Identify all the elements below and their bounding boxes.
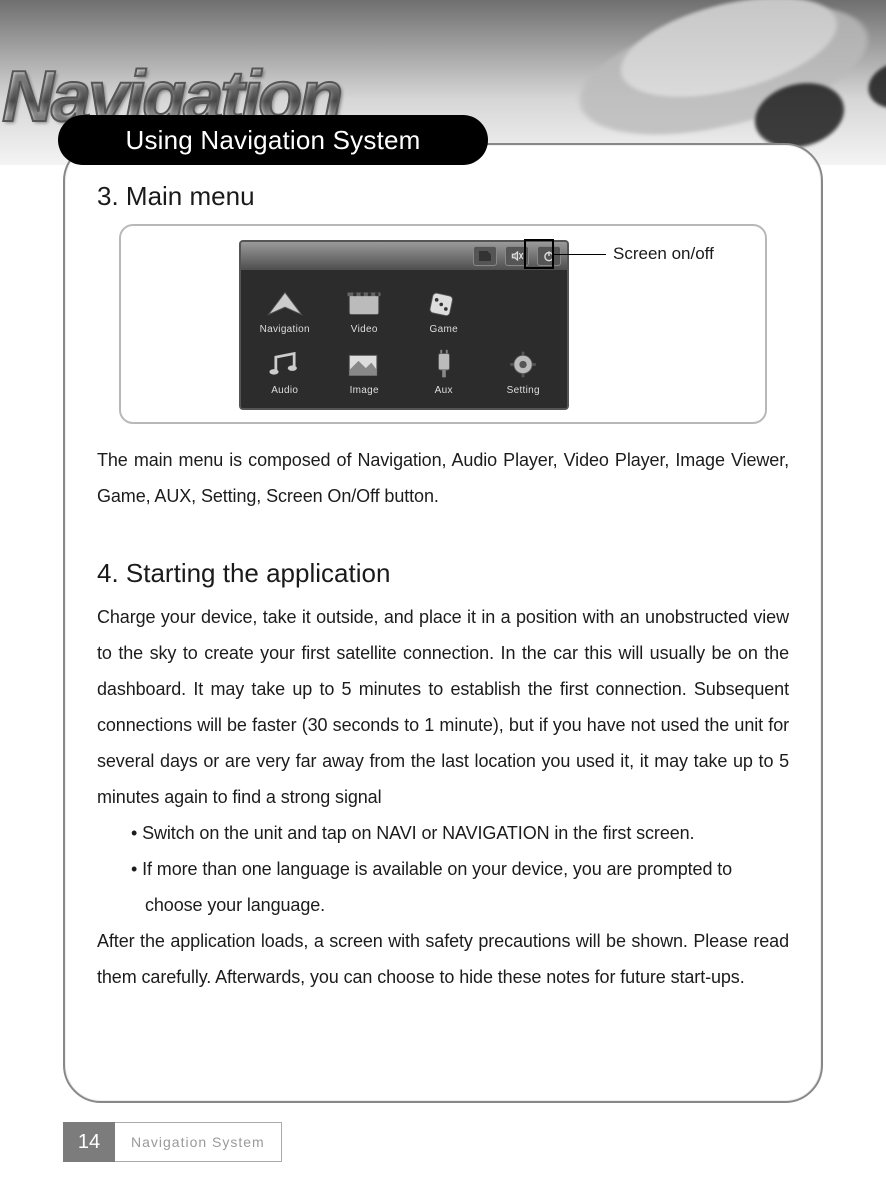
menu-label: Setting [507, 385, 540, 396]
figure-main-menu: Navigation Video Game [119, 224, 767, 424]
game-icon [422, 287, 466, 321]
heading-main-menu: 3. Main menu [97, 181, 789, 212]
menu-label: Image [350, 385, 379, 396]
menu-label: Game [430, 324, 458, 335]
menu-icon-grid: Navigation Video Game [241, 278, 567, 408]
power-icon [537, 246, 561, 266]
navigation-icon [263, 287, 307, 321]
bullet-item: • Switch on the unit and tap on NAVI or … [131, 815, 789, 851]
menu-label: Navigation [260, 324, 310, 335]
video-icon [342, 287, 386, 321]
page-footer: 14 Navigation System [63, 1122, 282, 1162]
starting-outro-text: After the application loads, a screen wi… [97, 923, 789, 995]
section-tab: Using Navigation System [58, 115, 488, 165]
content-card: 3. Main menu Navigation [63, 143, 823, 1103]
sd-card-icon [473, 246, 497, 266]
menu-item-setting: Setting [484, 348, 564, 396]
audio-icon [263, 348, 307, 382]
aux-icon [422, 348, 466, 382]
starting-bullet-list: • Switch on the unit and tap on NAVI or … [97, 815, 789, 923]
menu-item-audio: Audio [245, 348, 325, 396]
bullet-item: • If more than one language is available… [131, 851, 789, 923]
starting-intro-text: Charge your device, take it outside, and… [97, 599, 789, 815]
menu-label: Aux [435, 385, 453, 396]
mute-icon [505, 246, 529, 266]
menu-label: Audio [271, 385, 298, 396]
heading-starting-app: 4. Starting the application [97, 558, 789, 589]
menu-item-navigation: Navigation [245, 287, 325, 335]
footer-label: Navigation System [115, 1122, 282, 1162]
menu-label: Video [351, 324, 378, 335]
menu-item-aux: Aux [404, 348, 484, 396]
setting-icon [501, 348, 545, 382]
status-bar [241, 242, 567, 270]
menu-item-video: Video [325, 287, 405, 335]
page-number: 14 [63, 1122, 115, 1162]
image-icon [342, 348, 386, 382]
callout-leader-line [554, 254, 606, 255]
device-screen: Navigation Video Game [239, 240, 569, 410]
callout-label: Screen on/off [613, 244, 714, 264]
menu-item-game: Game [404, 287, 484, 335]
main-menu-caption: The main menu is composed of Navigation,… [97, 442, 789, 514]
menu-item-image: Image [325, 348, 405, 396]
